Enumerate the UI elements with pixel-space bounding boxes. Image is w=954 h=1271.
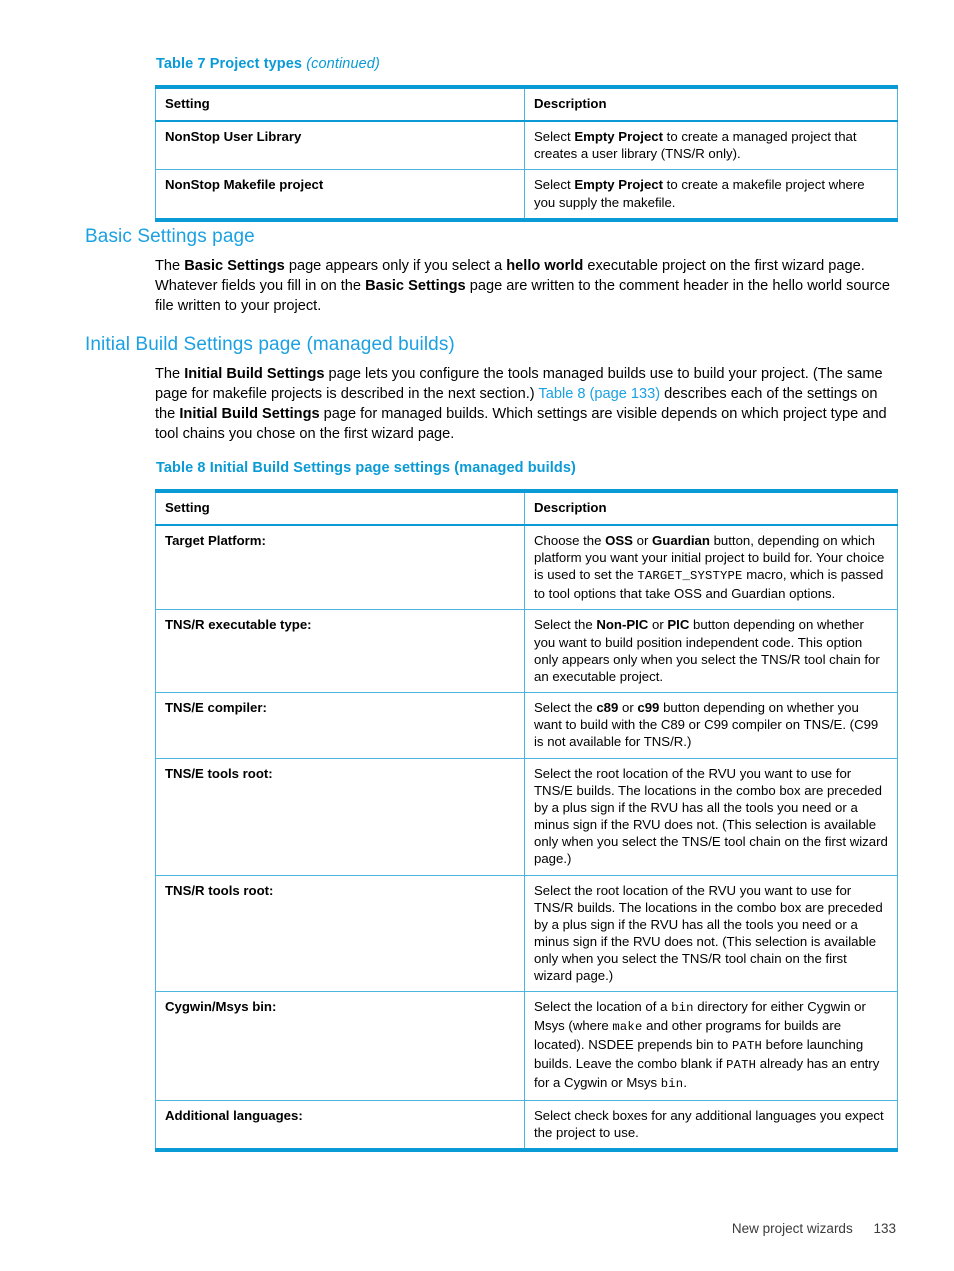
setting-cell: Target Platform: (155, 524, 525, 611)
description-cell: Choose the OSS or Guardian button, depen… (524, 524, 898, 611)
table-8-caption: Table 8 Initial Build Settings page sett… (156, 459, 576, 477)
column-header-setting: Setting (155, 490, 525, 527)
table-row: TNS/R tools root: Select the root locati… (155, 874, 898, 993)
section-heading-basic-settings: Basic Settings page (85, 226, 255, 247)
table-row: NonStop User Library Select Empty Projec… (155, 120, 898, 171)
column-header-description: Description (524, 490, 898, 527)
setting-cell: TNS/E tools root: (155, 757, 525, 876)
footer-chapter-title: New project wizards (731, 1221, 853, 1236)
table-row: NonStop Makefile project Select Empty Pr… (155, 169, 898, 221)
description-cell: Select the root location of the RVU you … (524, 874, 898, 993)
table-row: TNS/E compiler: Select the c89 or c99 bu… (155, 692, 898, 759)
table-8-caption-main: Table 8 Initial Build Settings page sett… (156, 460, 576, 476)
table-header-row: Setting Description (155, 490, 898, 527)
page-footer: New project wizards 133 (0, 1221, 954, 1236)
setting-cell: NonStop User Library (155, 120, 525, 171)
setting-cell: TNS/R executable type: (155, 609, 525, 694)
code-target-systype: TARGET_SYSTYPE (637, 569, 743, 584)
description-cell: Select Empty Project to create a managed… (524, 120, 898, 171)
footer-page-number: 133 (873, 1221, 896, 1236)
table-7-caption: Table 7 Project types (continued) (156, 55, 380, 73)
code-bin: bin (660, 1076, 684, 1091)
column-header-setting: Setting (155, 86, 525, 123)
table-row: TNS/R executable type: Select the Non-PI… (155, 609, 898, 694)
cross-reference-link-table-8[interactable]: Table 8 (page 133) (538, 386, 660, 402)
description-cell: Select Empty Project to create a makefil… (524, 169, 898, 221)
paragraph-basic-settings: The Basic Settings page appears only if … (155, 258, 890, 315)
code-bin: bin (671, 1001, 694, 1016)
description-cell: Select check boxes for any additional la… (524, 1099, 898, 1151)
code-make: make (612, 1020, 643, 1035)
table-row: Additional languages: Select check boxes… (155, 1099, 898, 1151)
table-row: Target Platform: Choose the OSS or Guard… (155, 524, 898, 611)
table-7-container: Setting Description NonStop User Library… (155, 85, 898, 222)
code-path: PATH (726, 1058, 757, 1073)
description-cell: Select the c89 or c99 button depending o… (524, 692, 898, 759)
table-header-row: Setting Description (155, 86, 898, 123)
column-header-description: Description (524, 86, 898, 123)
description-cell: Select the location of a bin directory f… (524, 991, 898, 1101)
table-row: Cygwin/Msys bin: Select the location of … (155, 991, 898, 1101)
setting-cell: NonStop Makefile project (155, 169, 525, 221)
description-cell: Select the Non-PIC or PIC button dependi… (524, 609, 898, 694)
document-page: Table 7 Project types (continued) Settin… (0, 0, 954, 1271)
code-path: PATH (731, 1039, 762, 1054)
table-7-caption-continued: (continued) (306, 56, 380, 72)
table-7-caption-main: Table 7 Project types (156, 56, 303, 72)
setting-cell: TNS/E compiler: (155, 692, 525, 759)
setting-cell: Additional languages: (155, 1099, 525, 1151)
table-7: Setting Description NonStop User Library… (155, 85, 898, 222)
setting-cell: Cygwin/Msys bin: (155, 991, 525, 1101)
table-8: Setting Description Target Platform: Cho… (155, 489, 898, 1153)
setting-cell: TNS/R tools root: (155, 874, 525, 993)
paragraph-initial-build-settings: The Initial Build Settings page lets you… (155, 366, 887, 443)
table-row: TNS/E tools root: Select the root locati… (155, 757, 898, 876)
table-8-container: Setting Description Target Platform: Cho… (155, 489, 898, 1153)
description-cell: Select the root location of the RVU you … (524, 757, 898, 876)
section-heading-initial-build-settings: Initial Build Settings page (managed bui… (85, 334, 455, 355)
